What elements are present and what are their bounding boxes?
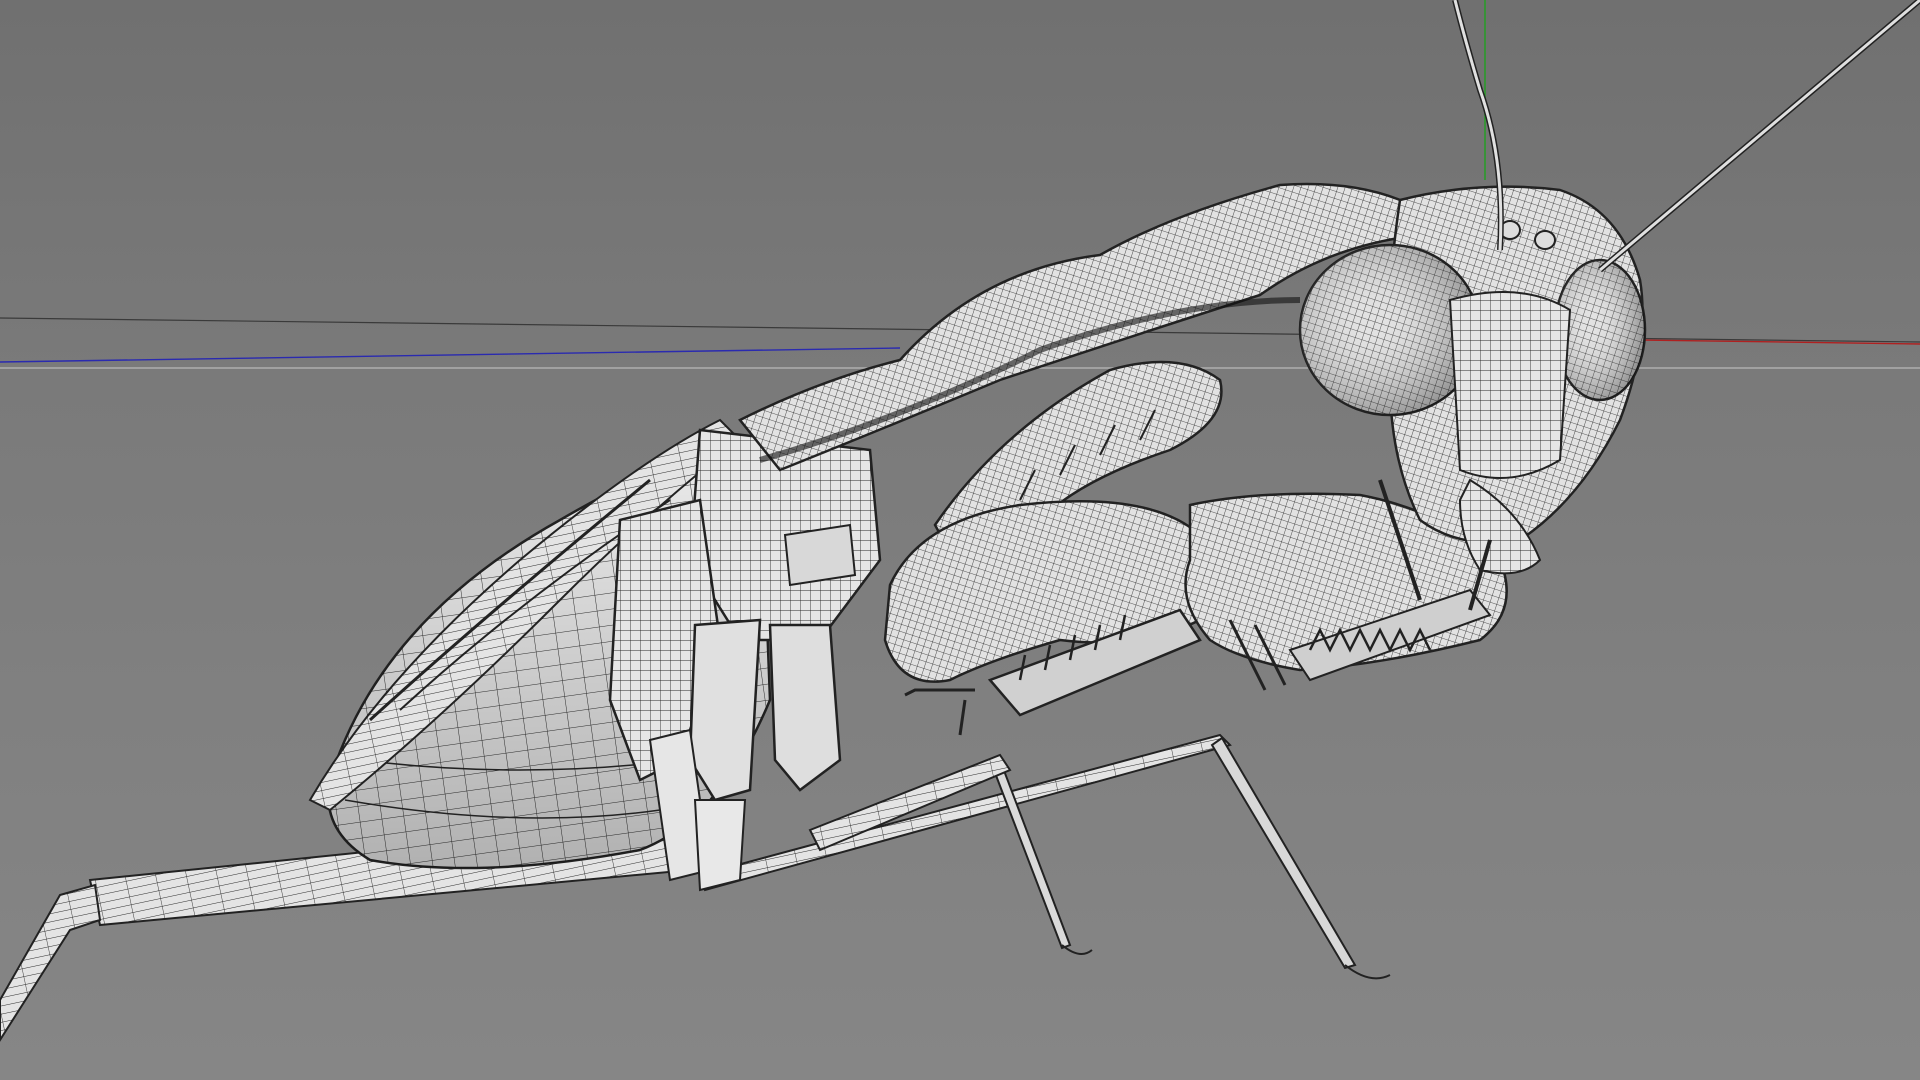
raptorial-claw: [904, 688, 975, 697]
3d-viewport[interactable]: [0, 0, 1920, 1080]
antenna-right-core: [1599, 0, 1920, 272]
trochanter[interactable]: [688, 618, 762, 802]
viewport-canvas[interactable]: [0, 0, 1920, 1080]
hind-tibia[interactable]: [1210, 736, 1357, 970]
face-plate: [1448, 291, 1572, 479]
front-coxa[interactable]: [768, 623, 842, 792]
ocellus: [1534, 230, 1556, 250]
z-axis-line: [0, 347, 901, 363]
thorax-plate: [783, 523, 857, 587]
leg-joint: [693, 799, 747, 892]
raptorial-hook: [958, 699, 967, 736]
left-tibia[interactable]: [0, 883, 102, 1042]
